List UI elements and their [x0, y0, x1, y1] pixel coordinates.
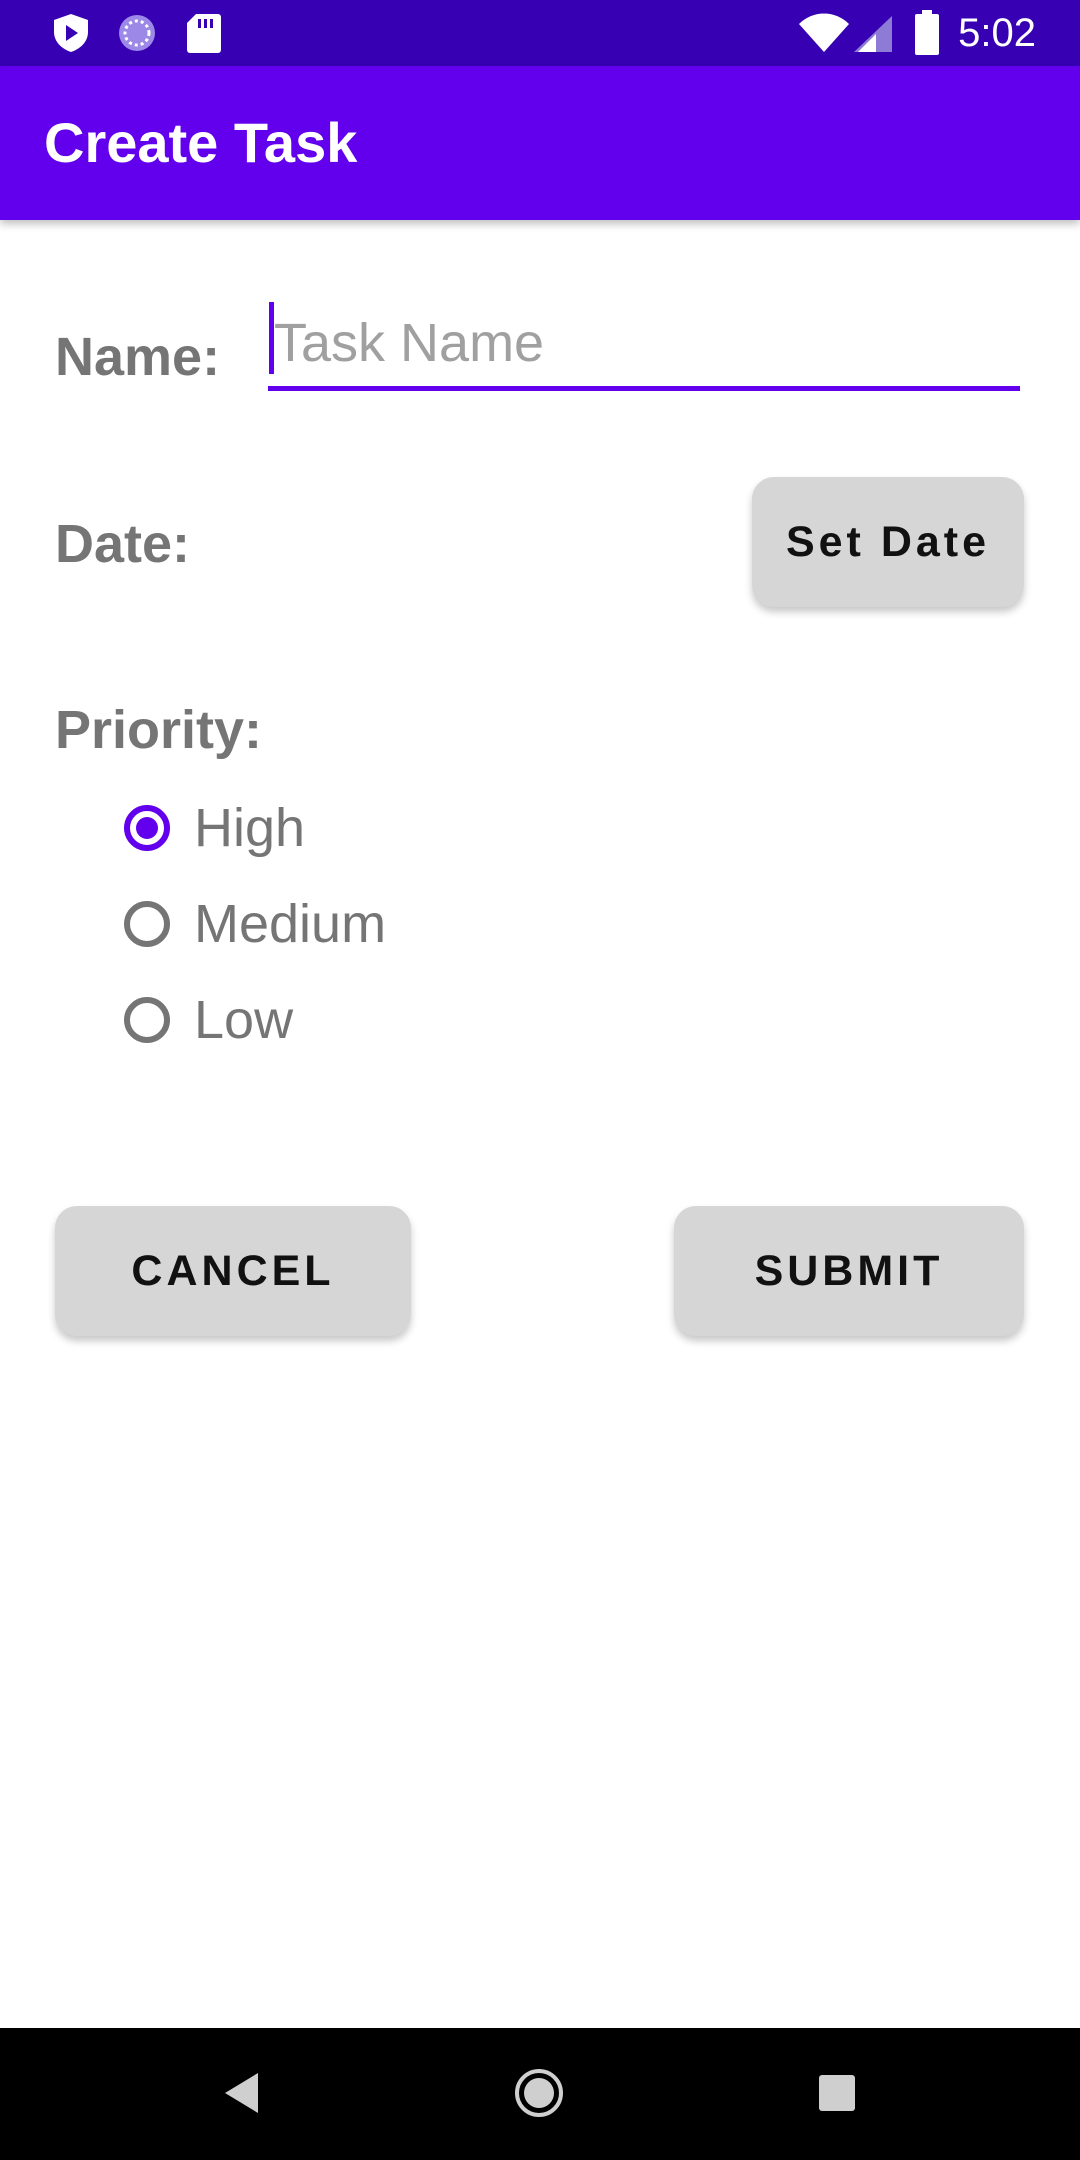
priority-option-medium[interactable]: Medium [124, 881, 584, 967]
priority-option-high[interactable]: High [124, 785, 584, 871]
status-time: 5:02 [958, 11, 1036, 55]
play-protect-icon [54, 14, 88, 52]
navigation-bar [0, 2028, 1080, 2160]
back-icon[interactable] [222, 2070, 262, 2116]
sd-card-icon [187, 14, 221, 53]
page-title: Create Task [44, 111, 358, 174]
status-bar: 5:02 [0, 0, 1080, 66]
cancel-button[interactable]: CANCEL [55, 1206, 411, 1336]
app-bar: Create Task [0, 66, 1080, 220]
priority-option-label: High [194, 798, 306, 858]
set-date-button[interactable]: Set Date [752, 477, 1024, 607]
radio-button-checked-icon[interactable] [124, 805, 170, 851]
submit-button[interactable]: SUBMIT [674, 1206, 1024, 1336]
date-label: Date: [55, 514, 191, 574]
recents-icon[interactable] [818, 2074, 856, 2112]
name-label: Name: [55, 327, 221, 387]
priority-option-low[interactable]: Low [124, 977, 584, 1063]
sync-icon [119, 15, 155, 51]
text-cursor [269, 302, 274, 374]
priority-option-label: Low [194, 990, 294, 1050]
home-icon[interactable] [513, 2067, 565, 2119]
signal-icon [854, 16, 892, 52]
battery-icon [915, 10, 939, 55]
wifi-icon [799, 13, 849, 52]
task-name-input[interactable] [268, 300, 1020, 391]
radio-button-unchecked-icon[interactable] [124, 901, 170, 947]
priority-option-label: Medium [194, 894, 387, 954]
radio-button-unchecked-icon[interactable] [124, 997, 170, 1043]
priority-label: Priority: [55, 700, 263, 760]
